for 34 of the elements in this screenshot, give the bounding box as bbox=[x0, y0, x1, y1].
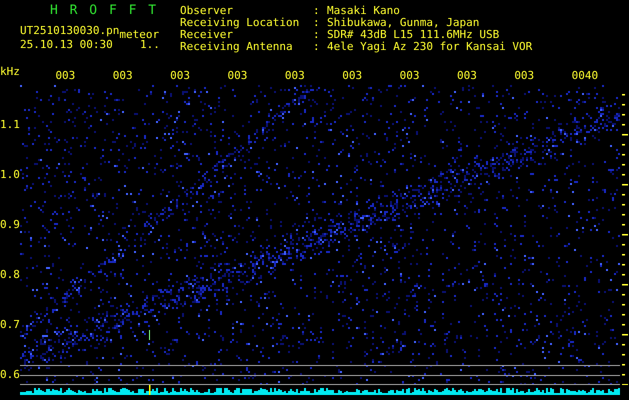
info-label: Receiver bbox=[180, 29, 233, 41]
time-label: 003 bbox=[284, 68, 306, 82]
info-value: Shibukawa, Gunma, Japan bbox=[327, 17, 480, 29]
unit-label: kHz bbox=[0, 64, 21, 78]
app-title: H R O F F T bbox=[49, 5, 160, 17]
file-name: UT2510130030.pn bbox=[20, 25, 120, 37]
time-label: 003 bbox=[400, 68, 420, 82]
frequency-label: 1.1 bbox=[0, 119, 20, 131]
separator: : bbox=[313, 29, 321, 41]
frequency-label: 0.7 bbox=[0, 319, 20, 331]
time-label: 003 bbox=[55, 68, 76, 82]
info-value: Masaki Kano bbox=[327, 5, 400, 17]
mode-label: meteor bbox=[119, 29, 160, 41]
date-time: 25.10.13 00:30 bbox=[20, 39, 114, 51]
frequency-label: 0.6 bbox=[0, 369, 20, 381]
info-label: Observer bbox=[180, 5, 234, 17]
time-label: 0040 bbox=[572, 68, 600, 82]
info-value: SDR# 43dB L15 111.6MHz USB bbox=[327, 29, 500, 41]
counter-text: 1.. bbox=[140, 39, 160, 51]
info-label: Receiving Antenna bbox=[180, 41, 294, 53]
info-value: 4ele Yagi Az 230 for Kansai VOR bbox=[327, 41, 532, 53]
frequency-label: 1.0 bbox=[0, 169, 20, 181]
time-label: 003 bbox=[456, 68, 478, 82]
separator: : bbox=[313, 17, 321, 29]
frequency-label: 0.9 bbox=[0, 219, 20, 231]
frequency-label: 0.8 bbox=[0, 269, 20, 281]
time-label: 003 bbox=[228, 68, 248, 82]
time-label: 003 bbox=[342, 68, 364, 82]
separator: : bbox=[313, 5, 321, 17]
time-label: 003 bbox=[112, 68, 134, 82]
separator: : bbox=[313, 41, 321, 53]
time-label: 003 bbox=[514, 68, 536, 82]
info-label: Receiving Location bbox=[180, 17, 300, 29]
time-label: 003 bbox=[170, 68, 192, 82]
